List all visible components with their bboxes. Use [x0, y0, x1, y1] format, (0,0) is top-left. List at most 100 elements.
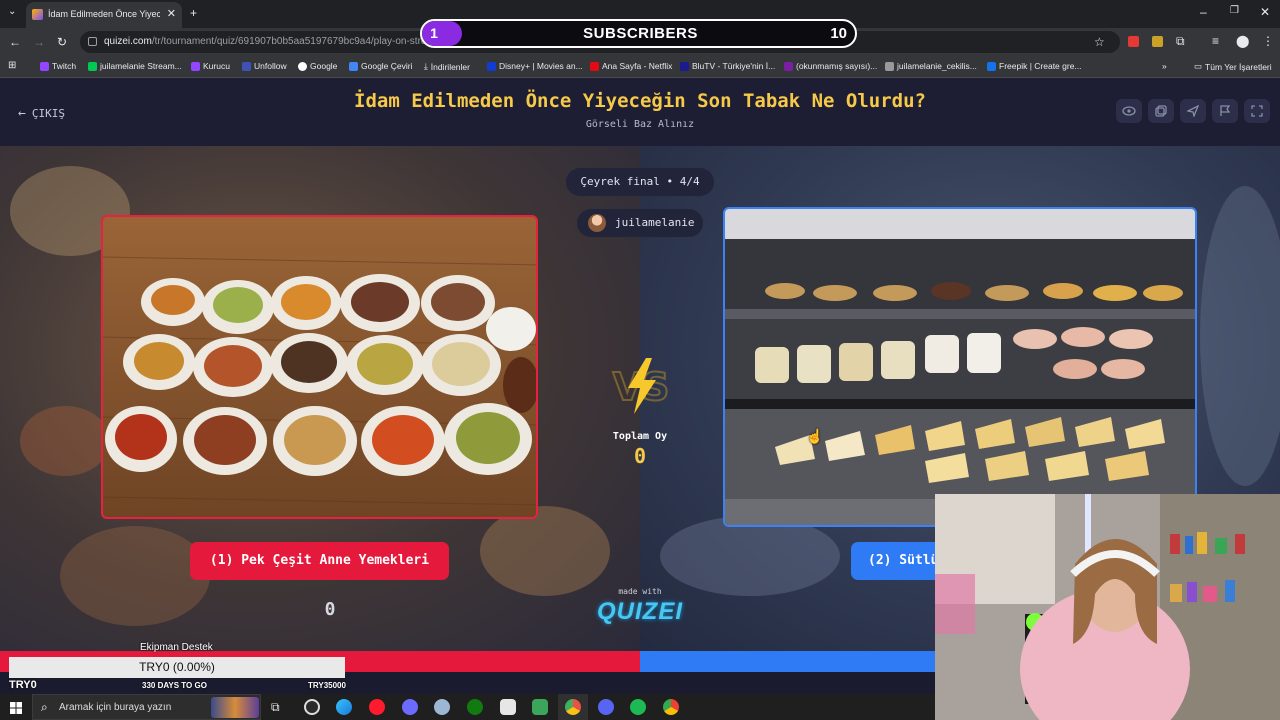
extension-yellow-icon[interactable] — [1152, 36, 1163, 47]
freepik-icon — [987, 61, 996, 71]
url-host: quizei.com — [104, 36, 152, 47]
back-icon[interactable]: ← — [9, 36, 21, 48]
copy-icon — [1155, 105, 1167, 117]
dessert-display-image — [725, 209, 1195, 525]
search-icon: ⌕ — [41, 700, 48, 714]
bookmark-item[interactable]: Freepik | Create gre... — [987, 61, 1082, 71]
round-badge: Çeyrek final • 4/4 — [566, 168, 714, 196]
blutv-icon — [680, 61, 689, 71]
bookmark-item[interactable]: Google — [298, 61, 337, 71]
avatar — [588, 214, 606, 232]
quizei-logo[interactable]: QUIZEI — [590, 598, 690, 626]
yahoo-icon — [784, 61, 793, 71]
donation-goal-widget: Ekipman Destek TRY0 (0.00%) TRY0 330 DAY… — [0, 641, 350, 694]
spotify-icon[interactable] — [630, 699, 646, 715]
webcam-feed-image — [935, 494, 1280, 720]
bookmark-item[interactable]: juilamelanie_cekilis... — [885, 61, 977, 71]
bookmark-item[interactable]: Kurucu — [191, 61, 230, 71]
google-translate-icon — [349, 61, 358, 71]
reload-icon[interactable]: ↻ — [57, 36, 67, 48]
bookmark-item[interactable]: Unfollow — [242, 61, 287, 71]
donation-days-left: 330 DAYS TO GO — [142, 681, 207, 690]
profile-icon[interactable]: ⬤ — [1236, 35, 1249, 47]
new-tab-icon[interactable]: + — [190, 7, 197, 19]
restore-icon[interactable]: ❐ — [1230, 6, 1239, 16]
send-icon — [1187, 105, 1199, 117]
forward-icon[interactable]: → — [33, 36, 45, 48]
flag-icon — [1220, 105, 1231, 116]
fullscreen-icon — [1251, 105, 1263, 117]
donation-progress-bar: TRY0 (0.00%) — [9, 657, 345, 678]
food-plates-image — [103, 217, 536, 517]
subscriber-label: SUBSCRIBERS — [583, 25, 698, 42]
bookmarks-bar: ⊞ Twitch juilamelanie Stream... Kurucu U… — [0, 56, 1280, 78]
app-icon[interactable] — [434, 699, 450, 715]
xbox-icon[interactable] — [467, 699, 483, 715]
streamer-name: juilamelanie — [615, 216, 695, 229]
subscriber-goal: 10 — [830, 25, 847, 42]
donation-min: TRY0 — [9, 679, 37, 691]
made-with-label: made with — [618, 587, 662, 596]
quiz-header: ← ÇIKIŞ İdam Edilmeden Önce Yiyeceğin So… — [0, 78, 1280, 146]
reading-list-icon[interactable]: ≡ — [1212, 35, 1219, 47]
vote-option-left-button[interactable]: (1) Pek Çeşit Anne Yemekleri — [190, 542, 449, 580]
bookmark-item[interactable]: Google Çeviri — [349, 61, 413, 71]
bookmark-star-icon[interactable]: ☆ — [1094, 36, 1105, 48]
copy-button[interactable] — [1148, 99, 1174, 123]
bookmark-item[interactable]: Twitch — [40, 61, 76, 71]
donation-goal-amount: TRY35000 — [308, 681, 346, 690]
obs-icon[interactable] — [304, 699, 320, 715]
extension-red-icon[interactable] — [1128, 36, 1139, 47]
report-button[interactable] — [1212, 99, 1238, 123]
search-highlight-image — [211, 697, 259, 718]
quizei-favicon-icon — [32, 9, 43, 20]
mouse-pointer-icon: ☝ — [806, 428, 824, 444]
bookmark-item[interactable]: ⤓ İndirilenler — [424, 61, 470, 72]
edge-icon[interactable] — [336, 699, 352, 715]
google-icon — [298, 61, 307, 71]
bookmark-page-icon — [885, 61, 894, 71]
fullscreen-button[interactable] — [1244, 99, 1270, 123]
vs-badge: VS — [606, 356, 676, 416]
option-left-image[interactable] — [101, 215, 538, 519]
discord-icon[interactable] — [598, 699, 614, 715]
vs-lightning-icon: VS — [612, 358, 670, 414]
all-bookmarks[interactable]: ▭ Tüm Yer İşaretleri — [1194, 61, 1272, 72]
windows-start-icon[interactable] — [10, 701, 22, 714]
taskbar-search-input[interactable]: ⌕ Aramak için buraya yazın — [32, 694, 261, 720]
browser-menu-icon[interactable]: ⋮ — [1262, 35, 1274, 47]
tab-title: İdam Edilmeden Önce Yiyeceğin Son Tabak … — [48, 9, 160, 19]
subscriber-goal-overlay: 1 SUBSCRIBERS 10 — [420, 19, 857, 48]
tab-search-icon[interactable]: ⌄ — [8, 7, 16, 17]
task-view-icon[interactable]: ⧉ — [271, 701, 280, 713]
bookmark-item[interactable]: (okunmamış sayısı)... — [784, 61, 877, 71]
bookmark-item[interactable]: Ana Sayfa - Netflix — [590, 61, 672, 71]
total-votes-label: Toplam Oy — [612, 431, 668, 442]
app-icon[interactable] — [500, 699, 516, 715]
opera-icon[interactable] — [369, 699, 385, 715]
bookmark-item[interactable]: BluTV - Türkiye'nin İ... — [680, 61, 775, 71]
share-button[interactable] — [1180, 99, 1206, 123]
minimize-icon[interactable]: – — [1200, 6, 1207, 18]
apps-grid-icon[interactable]: ⊞ — [8, 61, 16, 71]
total-votes-value: 0 — [633, 444, 647, 468]
app-icon[interactable] — [532, 699, 548, 715]
chrome-icon[interactable] — [663, 699, 679, 715]
app-icon[interactable] — [402, 699, 418, 715]
tab-close-icon[interactable]: ✕ — [167, 7, 176, 20]
browser-tab-active[interactable]: İdam Edilmeden Önce Yiyeceğin Son Tabak … — [26, 2, 182, 28]
unfollow-icon — [242, 61, 251, 71]
bookmark-item[interactable]: Disney+ | Movies an... — [487, 61, 583, 71]
option-right-image[interactable] — [723, 207, 1197, 527]
folder-icon: ▭ — [1194, 61, 1203, 71]
bookmark-item[interactable]: juilamelanie Stream... — [88, 61, 182, 71]
eye-button[interactable] — [1116, 99, 1142, 123]
windows-taskbar: ⌕ Aramak için buraya yazın ⧉ — [0, 694, 935, 720]
eye-icon — [1122, 106, 1136, 116]
extensions-puzzle-icon[interactable]: ⧉ — [1176, 35, 1185, 47]
site-info-icon[interactable] — [88, 37, 97, 46]
twitch-icon — [40, 61, 49, 71]
url-path: /tr/tournament/quiz/691907b0b5aa5197679b… — [151, 36, 441, 47]
close-window-icon[interactable]: ✕ — [1260, 6, 1270, 18]
bookmarks-overflow-icon[interactable]: » — [1162, 61, 1167, 71]
